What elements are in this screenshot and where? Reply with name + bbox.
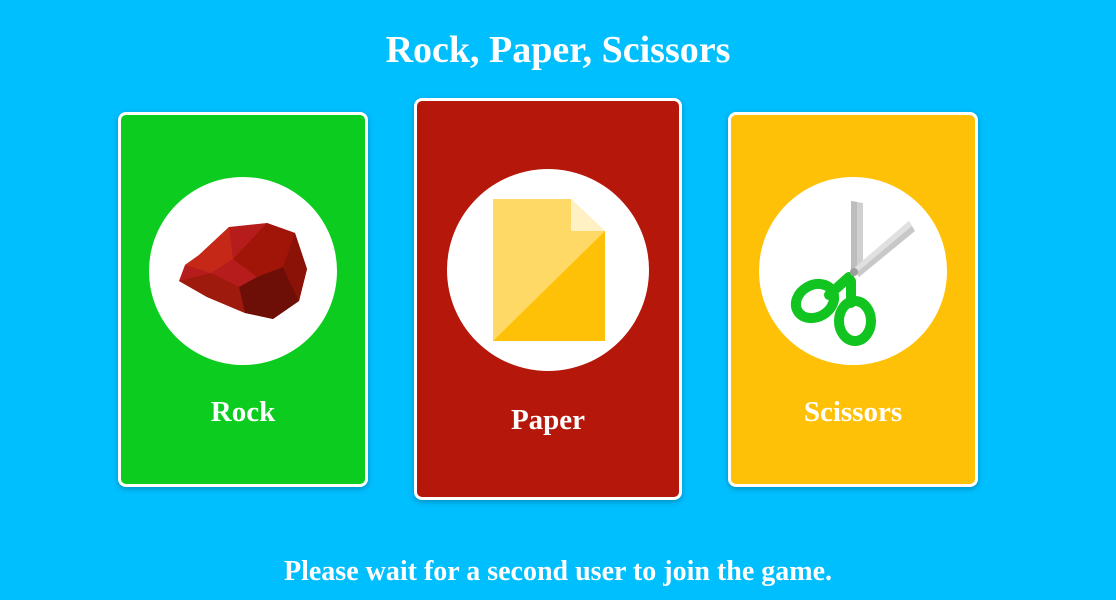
rock-icon <box>179 223 307 319</box>
page-title: Rock, Paper, Scissors <box>385 29 731 71</box>
paper-card[interactable]: Paper <box>414 98 682 500</box>
paper-icon-circle <box>447 169 649 371</box>
rock-label: Rock <box>210 396 276 428</box>
rock-icon-circle <box>149 177 337 365</box>
scissors-icon-circle <box>759 177 947 365</box>
paper-label: Paper <box>510 404 586 436</box>
rock-card[interactable]: Rock <box>118 112 368 487</box>
scissors-label: Scissors <box>803 396 903 428</box>
status-message: Please wait for a second user to join th… <box>284 556 832 587</box>
paper-icon <box>493 199 605 341</box>
scissors-icon <box>790 201 915 346</box>
scissors-card[interactable]: Scissors <box>728 112 978 487</box>
